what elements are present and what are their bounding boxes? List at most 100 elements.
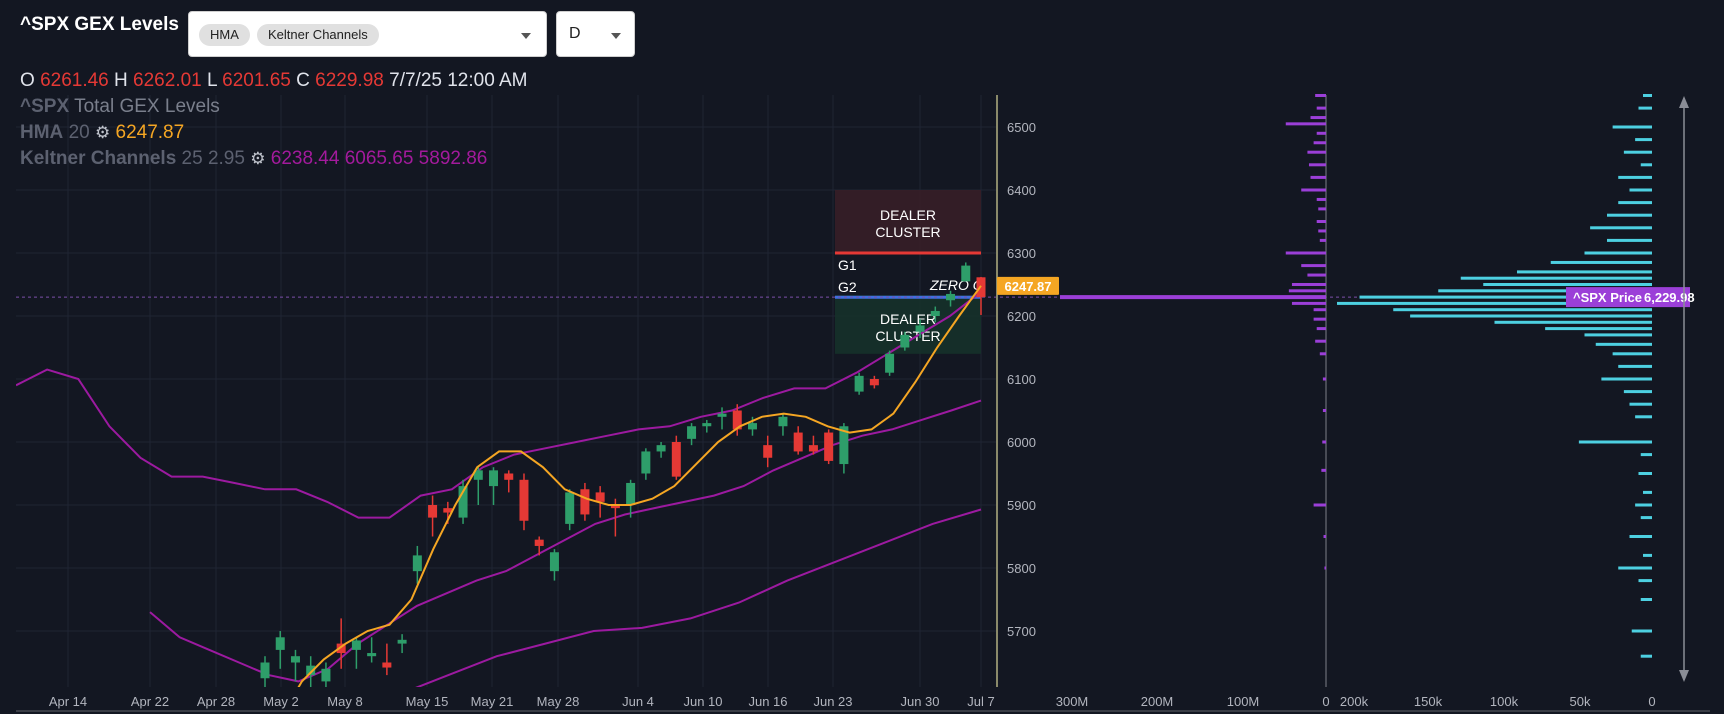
g1-label: G1 — [838, 257, 857, 273]
gear-icon[interactable]: ⚙ — [250, 149, 265, 168]
candle-body — [900, 334, 910, 348]
gex-bar — [1322, 409, 1326, 412]
volume-axis-tick: 100k — [1490, 694, 1519, 709]
volume-bar — [1618, 364, 1652, 368]
volume-bar — [1643, 490, 1652, 494]
g2-label: G2 — [838, 279, 857, 295]
time-axis-tick: May 8 — [327, 694, 362, 709]
candle-body — [885, 353, 895, 373]
volume-bar — [1601, 377, 1652, 381]
candle-body — [687, 426, 697, 439]
time-axis-tick: Jun 30 — [900, 694, 939, 709]
low-value: 6201.65 — [222, 70, 291, 91]
time-axis-tick: May 2 — [263, 694, 298, 709]
gex-bar — [1313, 141, 1326, 145]
gex-bar — [1310, 175, 1326, 179]
candle-body — [321, 668, 331, 682]
volume-bar — [1629, 535, 1652, 538]
candle-body — [275, 637, 285, 650]
candle-body — [824, 432, 834, 461]
bar-datetime: 7/7/25 12:00 AM — [389, 70, 528, 91]
low-label: L — [207, 70, 217, 91]
zero-g-label: ZERO G — [929, 277, 984, 293]
volume-bar — [1612, 125, 1652, 129]
volume-bar — [1595, 342, 1652, 346]
gex-bar — [1285, 251, 1326, 255]
time-axis-tick: May 15 — [406, 694, 449, 709]
candle-body — [778, 416, 788, 427]
legend-gex-name: Total GEX Levels — [74, 96, 220, 117]
high-value: 6262.01 — [133, 70, 202, 91]
price-axis-tick: 5700 — [1007, 624, 1036, 639]
volume-bar — [1618, 175, 1652, 179]
candle-body — [869, 379, 879, 386]
indicator-select[interactable]: HMA Keltner Channels — [188, 11, 547, 57]
volume-bar — [1629, 402, 1652, 406]
gex-bar — [1313, 317, 1326, 321]
volume-bar — [1640, 453, 1652, 457]
candle-body — [397, 639, 407, 644]
price-axis-tick: 5900 — [1007, 498, 1036, 513]
volume-bar — [1631, 629, 1652, 633]
time-axis-tick: Jun 23 — [813, 694, 852, 709]
gex-bar — [1307, 273, 1326, 277]
gex-bar — [1316, 220, 1326, 223]
candle-body — [549, 552, 559, 572]
volume-bar — [1550, 260, 1652, 264]
legend-hma[interactable]: HMA 20 ⚙ 6247.87 — [20, 122, 184, 144]
chevron-down-icon[interactable] — [611, 33, 621, 39]
gex-bar — [1322, 377, 1326, 381]
gex-bar — [1315, 339, 1326, 343]
volume-bar — [1640, 516, 1652, 520]
gex-bar — [1060, 295, 1326, 300]
candle-body — [702, 423, 712, 427]
indicator-chip-keltner[interactable]: Keltner Channels — [257, 24, 379, 46]
ohlc-readout: O 6261.46 H 6262.01 L 6201.65 C 6229.98 … — [20, 70, 528, 92]
volume-axis-tick: 0 — [1648, 694, 1655, 709]
candle-body — [915, 325, 925, 332]
grid-lines — [16, 95, 997, 687]
volume-axis-tick: 50k — [1570, 694, 1591, 709]
candle-body — [367, 653, 377, 657]
legend-hma-value: 6247.87 — [115, 122, 185, 143]
gex-bar — [1307, 150, 1326, 154]
candle-body — [656, 445, 666, 452]
scroll-arrow-icon — [1679, 670, 1689, 682]
legend-hma-name: HMA — [20, 122, 64, 143]
gex-bar — [1322, 440, 1326, 444]
volume-bar — [1545, 327, 1652, 331]
legend-gex[interactable]: ^SPX Total GEX Levels — [20, 96, 220, 118]
gex-bar — [1319, 238, 1326, 242]
candle-body — [595, 492, 605, 502]
open-value: 6261.46 — [40, 70, 109, 91]
chart-title: ^SPX GEX Levels — [20, 14, 179, 35]
gex-bar — [1316, 197, 1326, 201]
timeframe-select[interactable]: D — [556, 11, 635, 57]
volume-bar — [1643, 94, 1652, 97]
legend-keltner-values: 6238.44 6065.65 5892.86 — [270, 148, 488, 169]
legend-gex-symbol: ^SPX — [20, 96, 70, 117]
chevron-down-icon[interactable] — [521, 33, 531, 39]
time-axis-tick: Jun 10 — [683, 694, 722, 709]
candle-body — [534, 539, 544, 546]
legend-keltner[interactable]: Keltner Channels 25 2.95 ⚙ 6238.44 6065.… — [20, 148, 487, 170]
gex-bar — [1318, 229, 1326, 233]
volume-bar — [1584, 251, 1652, 255]
gex-bar — [1319, 352, 1326, 356]
scroll-arrow-icon — [1679, 96, 1689, 108]
candle-body — [641, 451, 651, 474]
gex-bar — [1301, 264, 1326, 268]
price-axis-tick: 6100 — [1007, 372, 1036, 387]
candle-body — [854, 375, 864, 392]
volume-bar — [1635, 415, 1652, 419]
gear-icon[interactable]: ⚙ — [95, 123, 110, 142]
price-chart[interactable]: DEALERCLUSTERDEALERCLUSTERG1G2ZERO G6500… — [0, 0, 1724, 714]
volume-bar — [1638, 472, 1652, 475]
gex-bar — [1313, 503, 1326, 507]
indicator-chip-hma[interactable]: HMA — [199, 24, 250, 46]
gex-bar — [1316, 131, 1326, 135]
candle-body — [290, 656, 300, 663]
time-axis-tick: May 21 — [471, 694, 514, 709]
candle-body — [382, 662, 392, 668]
volume-bar — [1623, 150, 1652, 154]
